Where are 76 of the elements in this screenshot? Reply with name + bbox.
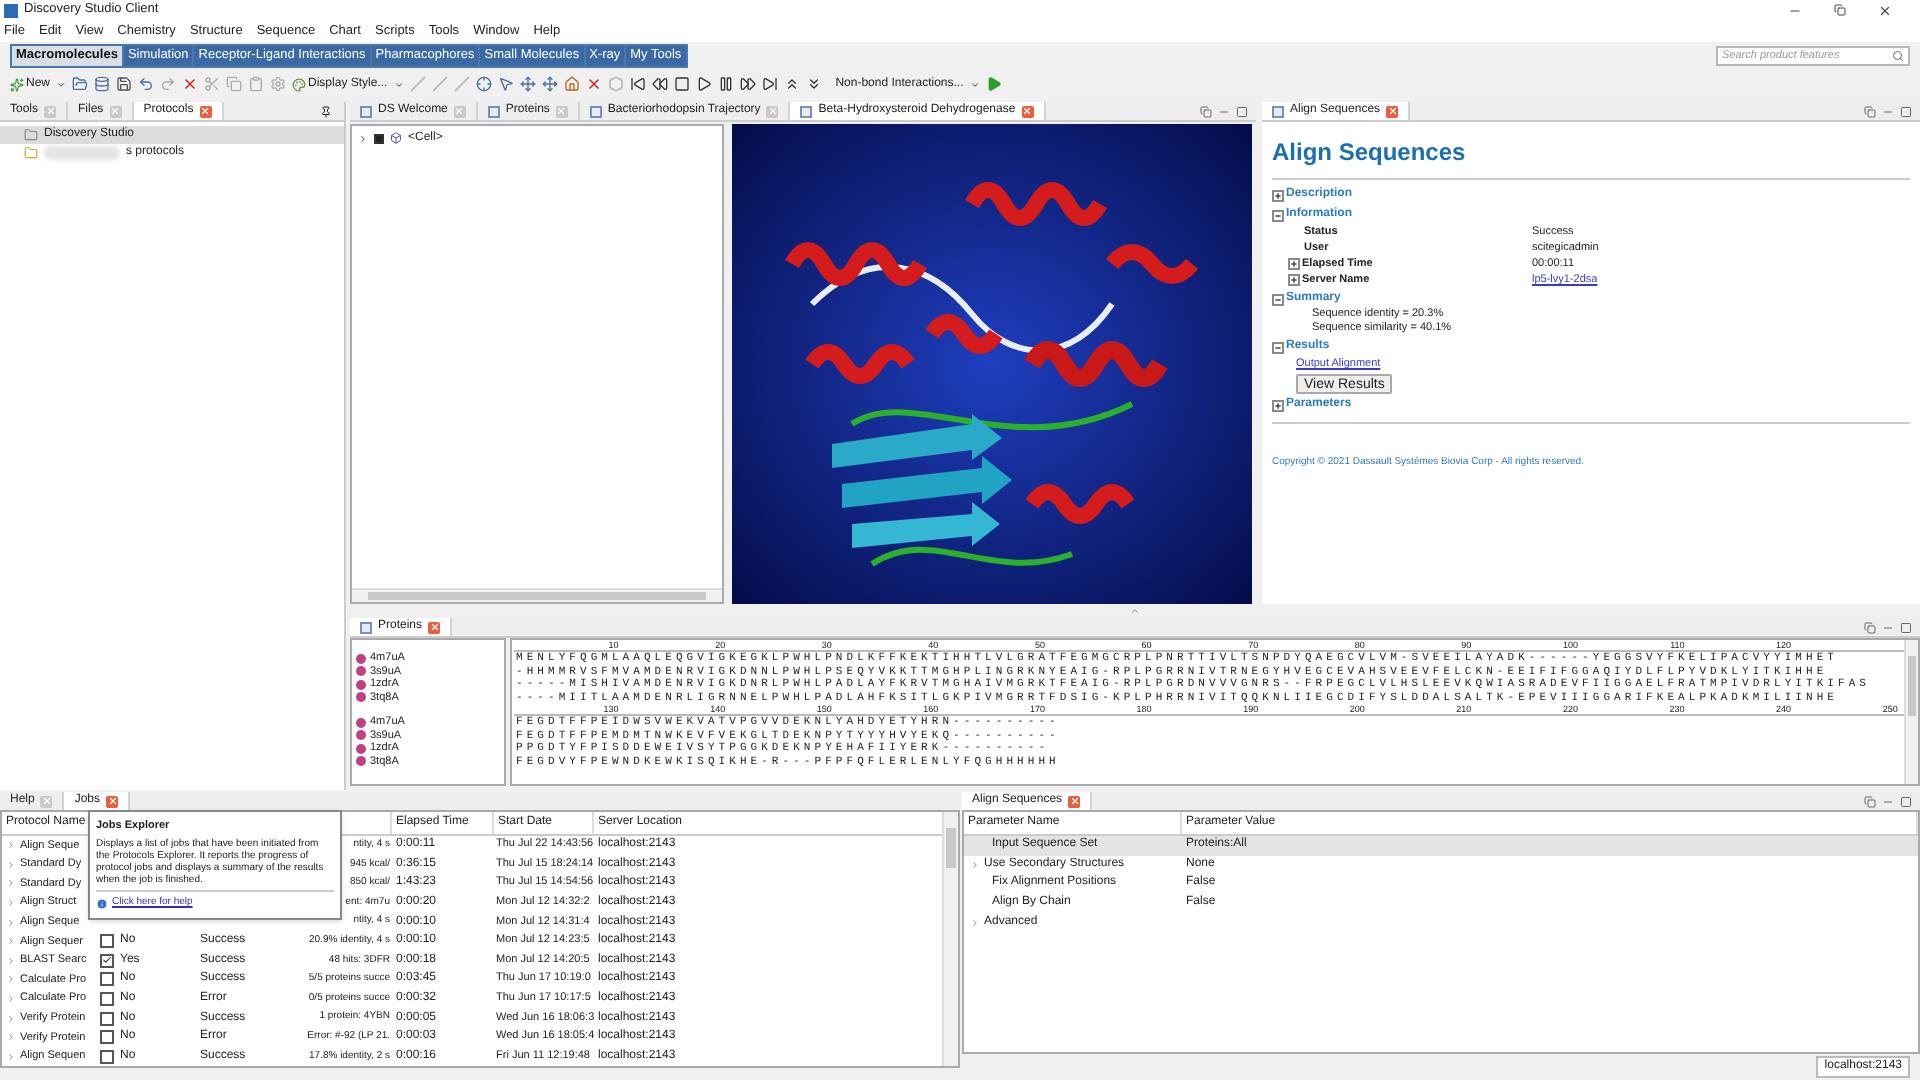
folder-icon [24,128,38,142]
folder-icon [24,146,38,160]
sparkles-icon [10,77,24,91]
collapse-icon[interactable] [1272,209,1284,221]
caret-icon[interactable] [56,79,67,89]
crosshair-icon[interactable] [475,76,492,92]
delete-icon[interactable] [182,76,199,92]
redo-icon[interactable] [160,76,177,92]
chevrons-down-icon[interactable] [805,76,822,92]
checkbox[interactable] [100,934,114,949]
splitter-handle-icon[interactable] [1130,606,1140,616]
minimize-icon[interactable] [1882,105,1894,117]
stop-icon[interactable] [673,76,690,92]
line-icon[interactable] [409,76,426,92]
restore-icon[interactable] [1864,795,1876,807]
expand-icon[interactable] [358,133,368,143]
skip-forward-icon[interactable] [761,76,778,92]
expand-icon[interactable] [1288,274,1300,286]
database-icon[interactable] [94,76,111,92]
caret-icon[interactable] [969,79,980,89]
folder-icon[interactable] [72,76,89,92]
copy-icon[interactable] [226,76,243,92]
maximize-icon[interactable] [1900,105,1912,117]
app-icon [4,3,18,17]
checkbox[interactable] [100,1030,114,1045]
checkbox[interactable] [100,1011,114,1026]
play-icon[interactable] [695,76,712,92]
restore-icon[interactable] [1864,621,1876,633]
maximize-icon[interactable] [1900,621,1912,633]
save-icon[interactable] [116,76,133,92]
pause-icon[interactable] [717,76,734,92]
expand-icon[interactable] [1272,189,1284,201]
maximize-icon[interactable] [1900,795,1912,807]
skip-back-icon[interactable] [629,76,646,92]
move-icon[interactable] [541,76,558,92]
palette-icon [292,77,307,91]
minimize-icon[interactable] [1882,621,1894,633]
checkbox[interactable] [100,992,114,1007]
line-icon[interactable] [453,76,470,92]
house-icon[interactable] [563,76,580,92]
visibility-checkbox[interactable] [374,133,384,143]
restore-icon[interactable] [1834,4,1846,16]
expand-icon[interactable] [1272,399,1284,412]
pin-icon[interactable] [320,105,332,117]
caret-icon[interactable] [393,79,404,89]
undo-icon[interactable] [138,76,155,92]
pointer-icon[interactable] [497,76,514,92]
redaction-blur [44,146,120,160]
scrollbar[interactable] [352,588,722,602]
search-icon[interactable] [1892,50,1904,62]
scrollbar[interactable] [942,812,958,1067]
collapse-icon[interactable] [1272,293,1284,305]
chevrons-up-icon[interactable] [783,76,800,92]
restore-icon[interactable] [1864,105,1876,117]
scrollbar[interactable] [1904,640,1918,784]
line-icon[interactable] [431,76,448,92]
maximize-icon[interactable] [1236,105,1248,117]
expand-icon[interactable] [1288,258,1300,270]
delete-icon[interactable] [585,76,602,92]
fast-forward-icon[interactable] [739,76,756,92]
move-icon[interactable] [519,76,536,92]
minimize-icon[interactable] [1218,105,1230,117]
rewind-icon[interactable] [651,76,668,92]
restore-icon[interactable] [1200,105,1212,117]
cube-icon [390,132,402,144]
clipboard-icon[interactable] [248,76,265,92]
scissors-icon[interactable] [204,76,221,92]
close-icon[interactable] [1878,3,1892,17]
info-icon [96,898,108,910]
checkbox[interactable] [100,953,114,968]
checkbox[interactable] [100,972,114,987]
gear-icon[interactable] [270,76,287,92]
report-title: Align Sequences [1272,134,1910,180]
minimize-icon[interactable] [1882,795,1894,807]
collapse-icon[interactable] [1272,341,1284,353]
checkbox[interactable] [100,1049,114,1064]
